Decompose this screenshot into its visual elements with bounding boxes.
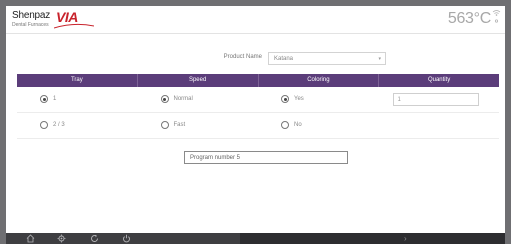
speed-option-label: Fast xyxy=(173,122,186,128)
radio-button[interactable] xyxy=(40,121,48,129)
column-header-quantity: Quantity xyxy=(427,77,451,83)
column-header-tray: Tray xyxy=(17,74,138,87)
logo: Shenpaz VIA Dental Furnaces xyxy=(12,9,102,32)
column-header-coloring: Coloring xyxy=(259,74,380,87)
table-header: Tray Speed Coloring Quantity xyxy=(17,74,499,87)
column-header-speed: Speed xyxy=(138,74,259,87)
speed-option-fast[interactable]: Fast xyxy=(138,113,259,138)
logo-swoosh-icon xyxy=(54,23,94,29)
program-number-field[interactable]: Program number 5 xyxy=(184,151,348,164)
coloring-option-label: No xyxy=(294,122,302,128)
product-name-label: Product Name xyxy=(223,54,262,60)
radio-button-selected[interactable] xyxy=(281,95,289,103)
radio-button[interactable] xyxy=(281,121,289,129)
coloring-option-yes[interactable]: Yes xyxy=(258,87,379,112)
quantity-input[interactable]: 1 xyxy=(392,93,479,106)
wifi-icon xyxy=(492,10,501,23)
home-icon[interactable] xyxy=(26,234,35,243)
speed-option-normal[interactable]: Normal xyxy=(138,87,259,112)
quantity-cell: 1 xyxy=(379,87,500,112)
power-icon[interactable] xyxy=(122,234,131,243)
bottom-nav-right-panel xyxy=(240,233,505,244)
logo-tagline: Dental Furnaces xyxy=(12,22,49,28)
radio-button-selected[interactable] xyxy=(160,95,169,103)
empty-cell xyxy=(379,113,500,138)
tray-option-label: 1 xyxy=(53,96,57,102)
tray-option-2-3[interactable]: 2 / 3 xyxy=(17,113,138,138)
speed-option-label: Normal xyxy=(173,96,193,102)
cycle-icon[interactable] xyxy=(90,234,99,243)
settings-table: Tray Speed Coloring Quantity 1 Normal Ye… xyxy=(17,74,499,139)
table-row: 1 Normal Yes 1 xyxy=(17,87,499,113)
bottom-nav-bar: › xyxy=(6,233,505,244)
tray-option-1[interactable]: 1 xyxy=(17,87,138,112)
furnace-screen: Shenpaz VIA Dental Furnaces 563°C Produc… xyxy=(6,6,505,236)
product-name-value: Katana xyxy=(274,56,294,62)
temperature-readout: 563°C xyxy=(447,10,491,27)
coloring-option-label: Yes xyxy=(294,96,304,102)
logo-brand: Shenpaz xyxy=(12,10,51,21)
product-name-select[interactable]: Katana ▾ xyxy=(268,52,386,65)
radio-button[interactable] xyxy=(160,121,169,129)
product-row: Product Name Katana ▾ xyxy=(6,51,505,67)
header: Shenpaz VIA Dental Furnaces 563°C xyxy=(6,6,505,34)
chevron-down-icon: ▾ xyxy=(378,56,381,62)
settings-icon[interactable] xyxy=(57,234,66,243)
next-arrow-icon[interactable]: › xyxy=(404,233,407,244)
radio-button-selected[interactable] xyxy=(40,95,48,103)
coloring-option-no[interactable]: No xyxy=(258,113,379,138)
tray-option-label: 2 / 3 xyxy=(53,122,65,128)
table-row: 2 / 3 Fast No xyxy=(17,113,499,139)
